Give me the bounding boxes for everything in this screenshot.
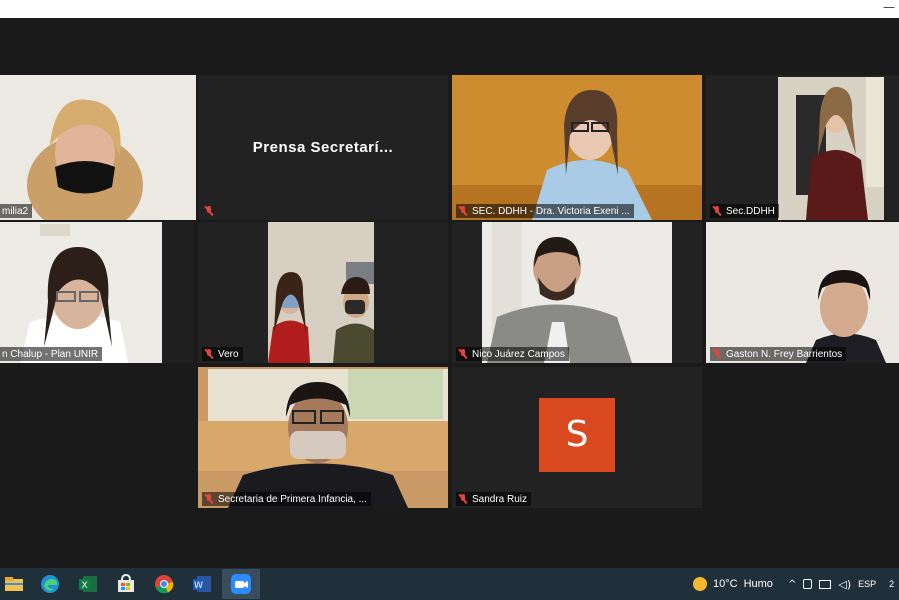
participant-tile[interactable]: milia2 <box>0 75 196 220</box>
mic-muted-icon <box>712 349 722 359</box>
mic-muted-icon <box>458 494 468 504</box>
file-explorer-icon[interactable] <box>2 572 26 596</box>
sun-icon <box>693 577 707 591</box>
participant-tile[interactable]: Nico Juárez Campos <box>452 222 702 363</box>
mic-muted-icon <box>204 494 214 504</box>
video-frame-image <box>778 77 884 220</box>
participant-nameplate: milia2 <box>0 204 33 218</box>
zoom-icon[interactable] <box>222 569 260 599</box>
svg-text:W: W <box>194 581 203 591</box>
participant-nameplate: Nico Juárez Campos <box>456 347 569 361</box>
language-indicator[interactable]: ESP <box>858 579 876 589</box>
participant-nameplate: Vero <box>202 347 243 361</box>
volume-icon[interactable]: ◁) <box>838 578 851 591</box>
participant-tile[interactable]: S Sandra Ruiz <box>452 367 702 508</box>
excel-icon[interactable]: X <box>76 572 100 596</box>
participant-video <box>0 75 196 220</box>
participant-nameplate <box>202 204 218 218</box>
participant-nameplate: Sec.DDHH <box>710 204 779 218</box>
mic-muted-icon <box>204 349 214 359</box>
participant-tile[interactable]: Gaston N. Frey Barrientos <box>706 222 899 363</box>
gallery-view: milia2 Prensa Secretarí... SEC. DDHH - D… <box>0 18 899 568</box>
mic-muted-icon <box>458 349 468 359</box>
participant-tile[interactable]: n Chalup - Plan UNIR <box>0 222 194 363</box>
participant-display-name: Prensa Secretarí... <box>252 139 394 156</box>
window-titlebar: — <box>0 0 899 18</box>
participant-tile[interactable]: Sec.DDHH <box>706 75 899 220</box>
svg-text:X: X <box>82 581 88 591</box>
minimize-button[interactable]: — <box>883 0 895 14</box>
video-frame-image <box>0 222 162 363</box>
chrome-icon[interactable] <box>152 572 176 596</box>
participant-tile[interactable]: Secretaria de Primera Infancia, ... <box>198 367 448 508</box>
participant-nameplate: Secretaria de Primera Infancia, ... <box>202 492 371 506</box>
participant-name: Gaston N. Frey Barrientos <box>726 348 843 360</box>
word-icon[interactable]: W <box>190 572 214 596</box>
participant-nameplate: Gaston N. Frey Barrientos <box>710 347 847 361</box>
windows-taskbar: X W 10°C Humo ^ ◁) ESP 2 <box>0 568 899 600</box>
participant-name: n Chalup - Plan UNIR <box>2 348 99 360</box>
mic-muted-icon <box>204 206 214 216</box>
mic-muted-icon <box>712 206 722 216</box>
participant-tile[interactable]: SEC. DDHH - Dra. Victoria Exeni ... <box>452 75 702 220</box>
system-tray: ^ ◁) ESP 2 <box>788 568 894 600</box>
camera-icon[interactable] <box>803 579 813 589</box>
participant-name: Sec.DDHH <box>726 205 775 217</box>
clock[interactable]: 2 <box>889 579 894 589</box>
participant-nameplate: n Chalup - Plan UNIR <box>0 347 103 361</box>
video-frame-image <box>706 222 899 363</box>
edge-icon[interactable] <box>38 572 62 596</box>
weather-temp: 10°C <box>713 578 738 590</box>
participant-name: Nico Juárez Campos <box>472 348 565 360</box>
chevron-up-icon[interactable]: ^ <box>788 579 796 590</box>
participant-nameplate: SEC. DDHH - Dra. Victoria Exeni ... <box>456 204 634 218</box>
participant-tile[interactable]: Vero <box>198 222 448 363</box>
video-frame-image <box>198 367 448 508</box>
participant-nameplate: Sandra Ruiz <box>456 492 532 506</box>
participant-avatar: S <box>539 397 615 472</box>
participant-name: SEC. DDHH - Dra. Victoria Exeni ... <box>472 205 630 217</box>
video-frame-image <box>0 75 196 220</box>
network-icon[interactable] <box>819 579 832 589</box>
participant-tile[interactable]: Prensa Secretarí... <box>198 75 448 220</box>
participant-name: Secretaria de Primera Infancia, ... <box>218 493 367 505</box>
participant-name: Vero <box>218 348 239 360</box>
weather-text: Humo <box>743 578 773 590</box>
mic-muted-icon <box>458 206 468 216</box>
store-icon[interactable] <box>114 572 138 596</box>
weather-widget[interactable]: 10°C Humo <box>693 568 773 600</box>
video-frame-image <box>268 222 374 363</box>
participant-name: Sandra Ruiz <box>472 493 528 505</box>
avatar-letter: S <box>565 414 589 455</box>
video-frame-image <box>452 75 702 220</box>
participant-name: milia2 <box>2 205 29 217</box>
video-frame-image <box>482 222 672 363</box>
